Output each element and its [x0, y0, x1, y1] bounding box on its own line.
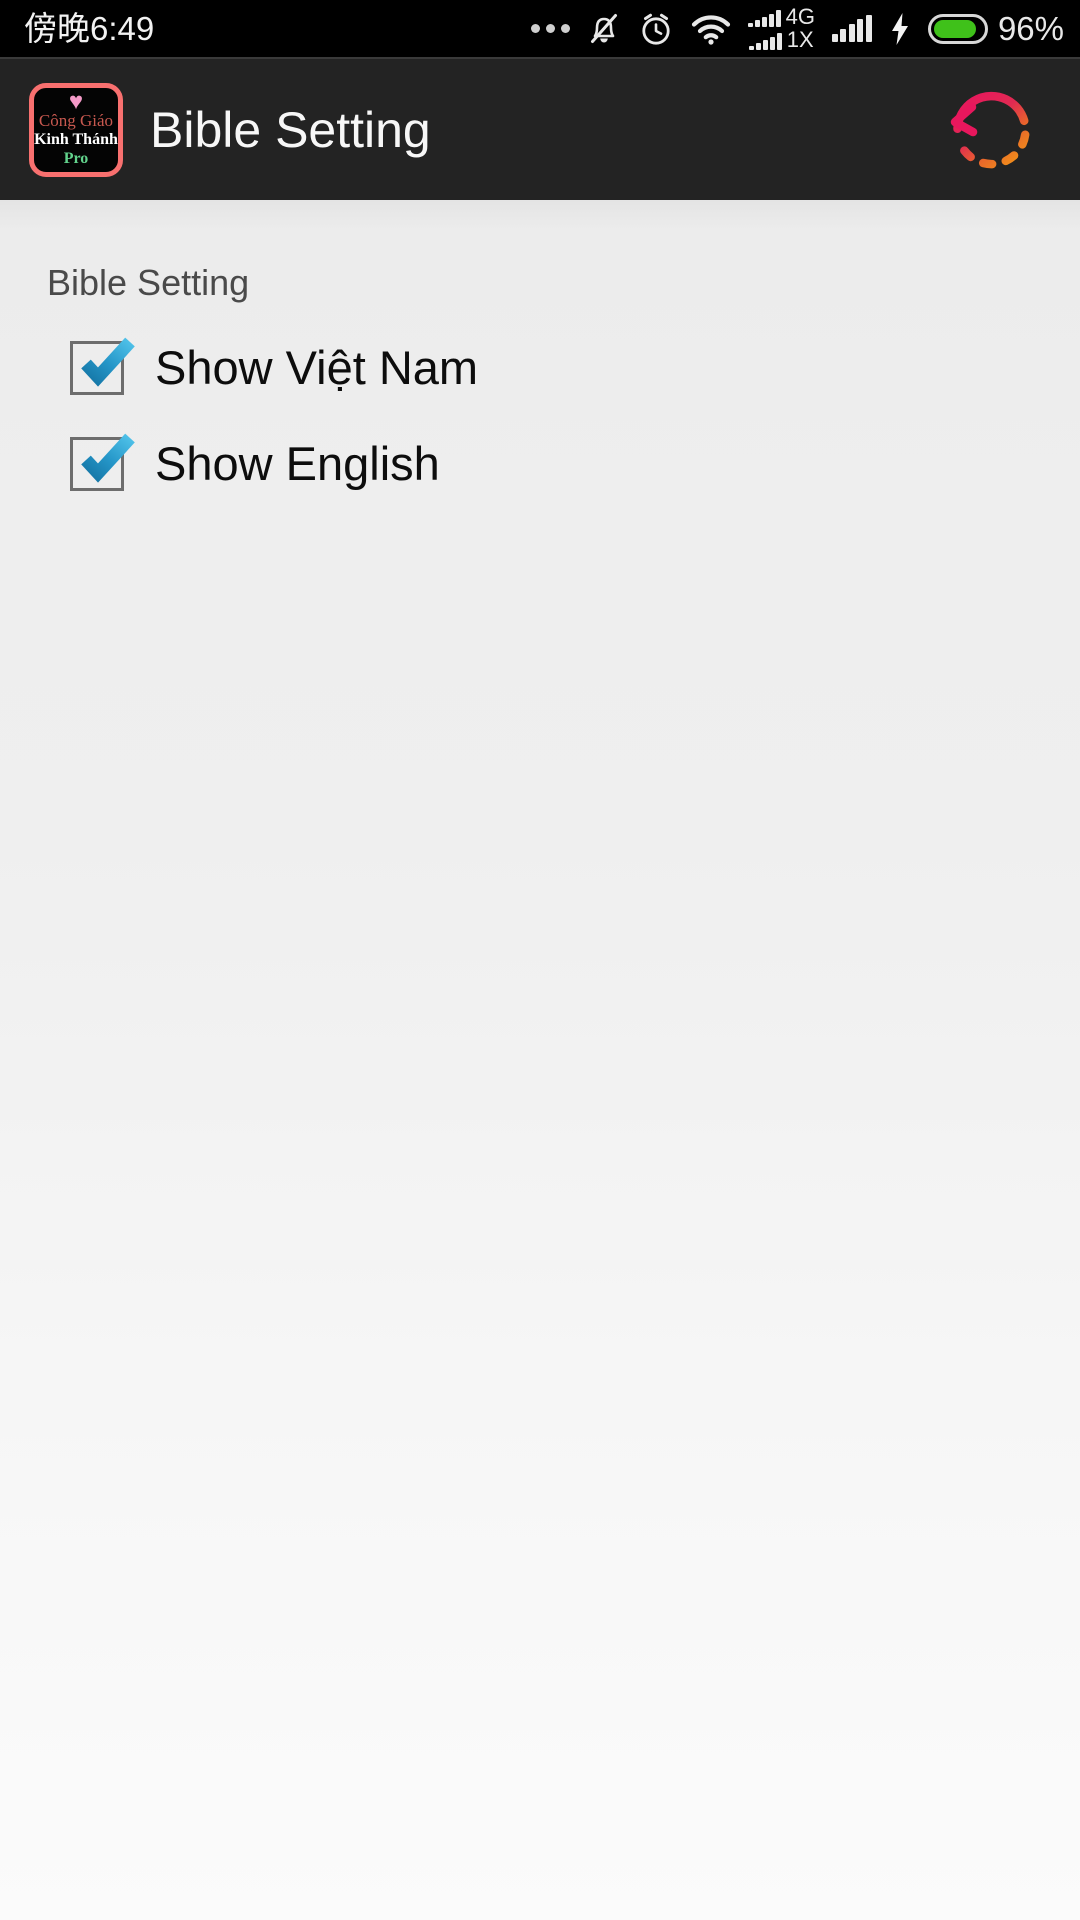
battery-icon — [927, 13, 988, 44]
refresh-button[interactable] — [932, 70, 1052, 190]
app-bar: ♥ Công Giáo Kinh Thánh Pro Bible Setting — [0, 57, 1080, 200]
settings-content: Bible Setting Show Việt Nam Show English — [0, 200, 1080, 1920]
status-clock: 傍晚6:49 — [24, 10, 155, 47]
checkbox-show-viet-nam[interactable] — [70, 337, 135, 395]
section-header: Bible Setting — [47, 262, 250, 303]
status-bar: 傍晚6:49 4G 1X 96% — [0, 0, 1080, 57]
checkbox-box — [70, 341, 124, 395]
charging-bolt-icon — [889, 9, 911, 49]
checkbox-show-english[interactable] — [70, 433, 135, 491]
app-logo-line3: Pro — [63, 150, 89, 167]
checkbox-box — [70, 437, 124, 491]
alarm-clock-icon — [638, 9, 674, 49]
battery-indicator: 96% — [927, 0, 1064, 57]
refresh-icon — [950, 91, 1030, 168]
preference-label: Show English — [155, 437, 440, 490]
notifications-muted-icon — [587, 9, 621, 49]
sim2-row: 1X — [748, 27, 814, 52]
sim2-network-label: 1X — [786, 27, 814, 52]
preference-list: Show Việt Nam Show English — [0, 329, 1080, 503]
preference-row-show-english[interactable]: Show English — [0, 425, 1080, 503]
more-dots-icon — [530, 9, 570, 49]
cellular-signal-icon — [831, 14, 872, 42]
app-logo-line1: Công Giáo — [38, 111, 114, 130]
app-logo-icon: ♥ Công Giáo Kinh Thánh Pro — [29, 82, 123, 177]
sim1-network-label: 4G — [785, 4, 815, 29]
dual-sim-signal-icon: 4G 1X — [747, 4, 815, 52]
sim2-bars — [748, 33, 782, 50]
page-title: Bible Setting — [150, 101, 431, 158]
battery-percent-label: 96% — [997, 10, 1064, 47]
wifi-icon — [691, 9, 731, 49]
app-logo-line2: Kinh Thánh — [34, 131, 118, 148]
preference-label: Show Việt Nam — [155, 341, 479, 394]
preference-row-show-viet-nam[interactable]: Show Việt Nam — [0, 329, 1080, 407]
sim1-bars — [747, 10, 781, 27]
status-icon-tray: 4G 1X 96% — [530, 0, 1064, 57]
heart-glyph: ♥ — [68, 88, 84, 115]
battery-fill — [933, 19, 977, 38]
sim1-row: 4G — [747, 4, 815, 29]
